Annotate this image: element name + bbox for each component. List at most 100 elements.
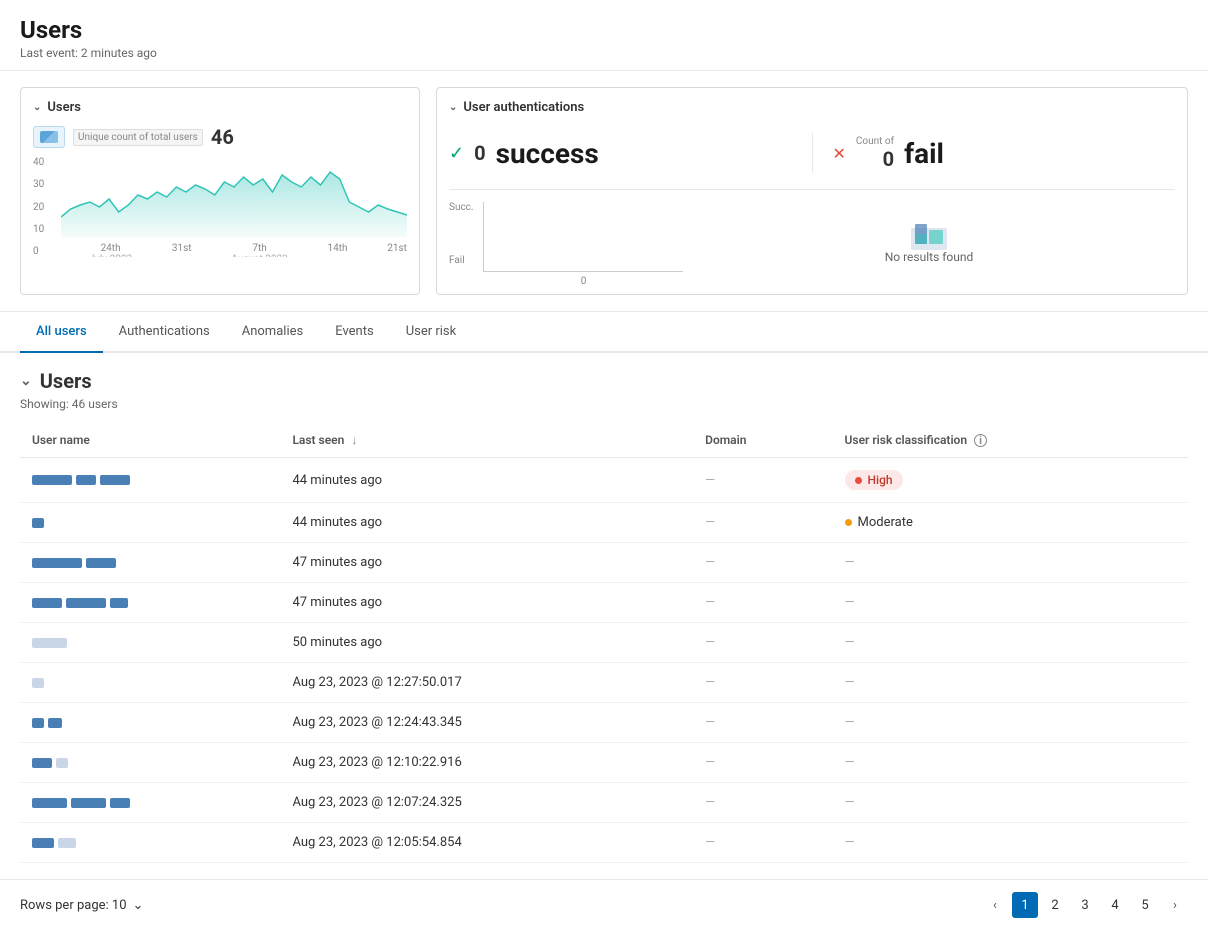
col-last-seen[interactable]: Last seen ↓ xyxy=(280,423,693,458)
last-seen-cell: Aug 23, 2023 @ 12:27:50.017 xyxy=(280,663,693,703)
risk-cell: — xyxy=(833,663,1188,703)
showing-text: Showing: 46 users xyxy=(20,397,1188,411)
rows-per-page[interactable]: Rows per page: 10 ⌄ xyxy=(20,898,143,913)
users-table: User name Last seen ↓ Domain User risk c… xyxy=(20,423,1188,863)
table-header: ⌄ Users Showing: 46 users xyxy=(20,369,1188,411)
table-row[interactable]: Aug 23, 2023 @ 12:05:54.854—— xyxy=(20,823,1188,863)
tab-all-users[interactable]: All users xyxy=(20,312,103,353)
tab-authentications[interactable]: Authentications xyxy=(103,312,226,353)
auth-stats: ✓ 0 success ✕ Count of 0 fail xyxy=(449,125,1175,190)
x-label-21st: 21st xyxy=(387,243,407,257)
table-row[interactable]: Aug 23, 2023 @ 12:24:43.345—— xyxy=(20,703,1188,743)
dropdown-arrow-icon: ⌄ xyxy=(133,898,144,913)
chart-y-axis: 40 30 20 10 0 xyxy=(33,157,44,257)
auth-card-title: ⌄ User authentications xyxy=(449,100,1175,115)
fail-count-wrapper: Count of 0 xyxy=(856,136,894,171)
username-cell xyxy=(20,743,280,783)
next-page-button[interactable]: › xyxy=(1162,892,1188,918)
page-1-button[interactable]: 1 xyxy=(1012,892,1038,918)
username-cell xyxy=(20,503,280,543)
chevron-down-icon-auth: ⌄ xyxy=(449,102,457,113)
last-event: Last event: 2 minutes ago xyxy=(20,46,1188,60)
x-icon: ✕ xyxy=(833,144,846,163)
chart-area: 24th July 2023 31st 7th August 2023 14th xyxy=(61,157,407,257)
table-row[interactable]: 44 minutes ago—High xyxy=(20,458,1188,503)
check-icon: ✓ xyxy=(449,143,464,164)
table-section: ⌄ Users Showing: 46 users User name Last… xyxy=(0,353,1208,879)
tab-anomalies[interactable]: Anomalies xyxy=(226,312,319,353)
success-label: success xyxy=(496,137,599,170)
last-seen-cell: 47 minutes ago xyxy=(280,583,693,623)
stat-tooltip: Unique count of total users xyxy=(73,129,203,146)
auth-success-stat: ✓ 0 success xyxy=(449,137,792,170)
username-cell xyxy=(20,703,280,743)
page-3-button[interactable]: 3 xyxy=(1072,892,1098,918)
username-cell xyxy=(20,663,280,703)
users-chart-card: ⌄ Users Unique count of total users 46 4… xyxy=(20,87,420,295)
info-icon: i xyxy=(974,434,987,447)
username-cell xyxy=(20,623,280,663)
domain-cell: — xyxy=(693,458,832,503)
risk-cell: — xyxy=(833,743,1188,783)
table-row[interactable]: 47 minutes ago—— xyxy=(20,583,1188,623)
users-stat: Unique count of total users 46 xyxy=(33,125,407,149)
col-username: User name xyxy=(20,423,280,458)
page-2-button[interactable]: 2 xyxy=(1042,892,1068,918)
username-cell xyxy=(20,583,280,623)
tabs-section: All users Authentications Anomalies Even… xyxy=(0,312,1208,353)
domain-cell: — xyxy=(693,583,832,623)
username-cell xyxy=(20,783,280,823)
charts-section: ⌄ Users Unique count of total users 46 4… xyxy=(0,71,1208,312)
tab-events[interactable]: Events xyxy=(319,312,389,353)
users-chart: 40 30 20 10 0 xyxy=(33,157,407,257)
table-header-row: User name Last seen ↓ Domain User risk c… xyxy=(20,423,1188,458)
no-results-icon xyxy=(909,220,949,250)
domain-cell: — xyxy=(693,503,832,543)
sort-icon: ↓ xyxy=(351,433,357,447)
chevron-down-icon: ⌄ xyxy=(33,102,41,113)
page-4-button[interactable]: 4 xyxy=(1102,892,1128,918)
page-5-button[interactable]: 5 xyxy=(1132,892,1158,918)
auth-x-label: 0 xyxy=(581,276,587,287)
domain-cell: — xyxy=(693,543,832,583)
x-label-7th: 7th August 2023 xyxy=(231,243,288,257)
last-seen-cell: 50 minutes ago xyxy=(280,623,693,663)
auth-y-labels: Succ. Fail xyxy=(449,202,479,282)
col-domain: Domain xyxy=(693,423,832,458)
last-seen-cell: 44 minutes ago xyxy=(280,503,693,543)
domain-cell: — xyxy=(693,823,832,863)
last-seen-cell: 47 minutes ago xyxy=(280,543,693,583)
tab-user-risk[interactable]: User risk xyxy=(390,312,473,353)
page-header: Users Last event: 2 minutes ago xyxy=(0,0,1208,71)
table-row[interactable]: 44 minutes ago—Moderate xyxy=(20,503,1188,543)
col-risk: User risk classification i xyxy=(833,423,1188,458)
username-cell xyxy=(20,543,280,583)
domain-cell: — xyxy=(693,703,832,743)
last-seen-cell: Aug 23, 2023 @ 12:07:24.325 xyxy=(280,783,693,823)
x-label-24th: 24th July 2023 xyxy=(89,243,132,257)
pagination: Rows per page: 10 ⌄ ‹ 1 2 3 4 5 › xyxy=(0,879,1208,930)
username-cell xyxy=(20,458,280,503)
table-row[interactable]: Aug 23, 2023 @ 12:10:22.916—— xyxy=(20,743,1188,783)
table-body: 44 minutes ago—High44 minutes ago—Modera… xyxy=(20,458,1188,863)
last-seen-cell: 44 minutes ago xyxy=(280,458,693,503)
table-row[interactable]: 47 minutes ago—— xyxy=(20,543,1188,583)
risk-cell: High xyxy=(833,458,1188,503)
table-row[interactable]: Aug 23, 2023 @ 12:27:50.017—— xyxy=(20,663,1188,703)
risk-cell: — xyxy=(833,583,1188,623)
users-count: 46 xyxy=(211,125,234,149)
prev-page-button[interactable]: ‹ xyxy=(982,892,1008,918)
last-seen-cell: Aug 23, 2023 @ 12:10:22.916 xyxy=(280,743,693,783)
domain-cell: — xyxy=(693,743,832,783)
fail-label: fail xyxy=(904,137,944,170)
domain-cell: — xyxy=(693,663,832,703)
table-row[interactable]: Aug 23, 2023 @ 12:07:24.325—— xyxy=(20,783,1188,823)
risk-cell: Moderate xyxy=(833,503,1188,543)
no-results-area: No results found xyxy=(683,202,1175,282)
username-cell xyxy=(20,823,280,863)
auth-chart-plot: 0 xyxy=(483,202,683,272)
table-row[interactable]: 50 minutes ago—— xyxy=(20,623,1188,663)
page-title: Users xyxy=(20,16,1188,44)
chevron-down-icon-table: ⌄ xyxy=(20,373,32,389)
tabs: All users Authentications Anomalies Even… xyxy=(20,312,1188,351)
